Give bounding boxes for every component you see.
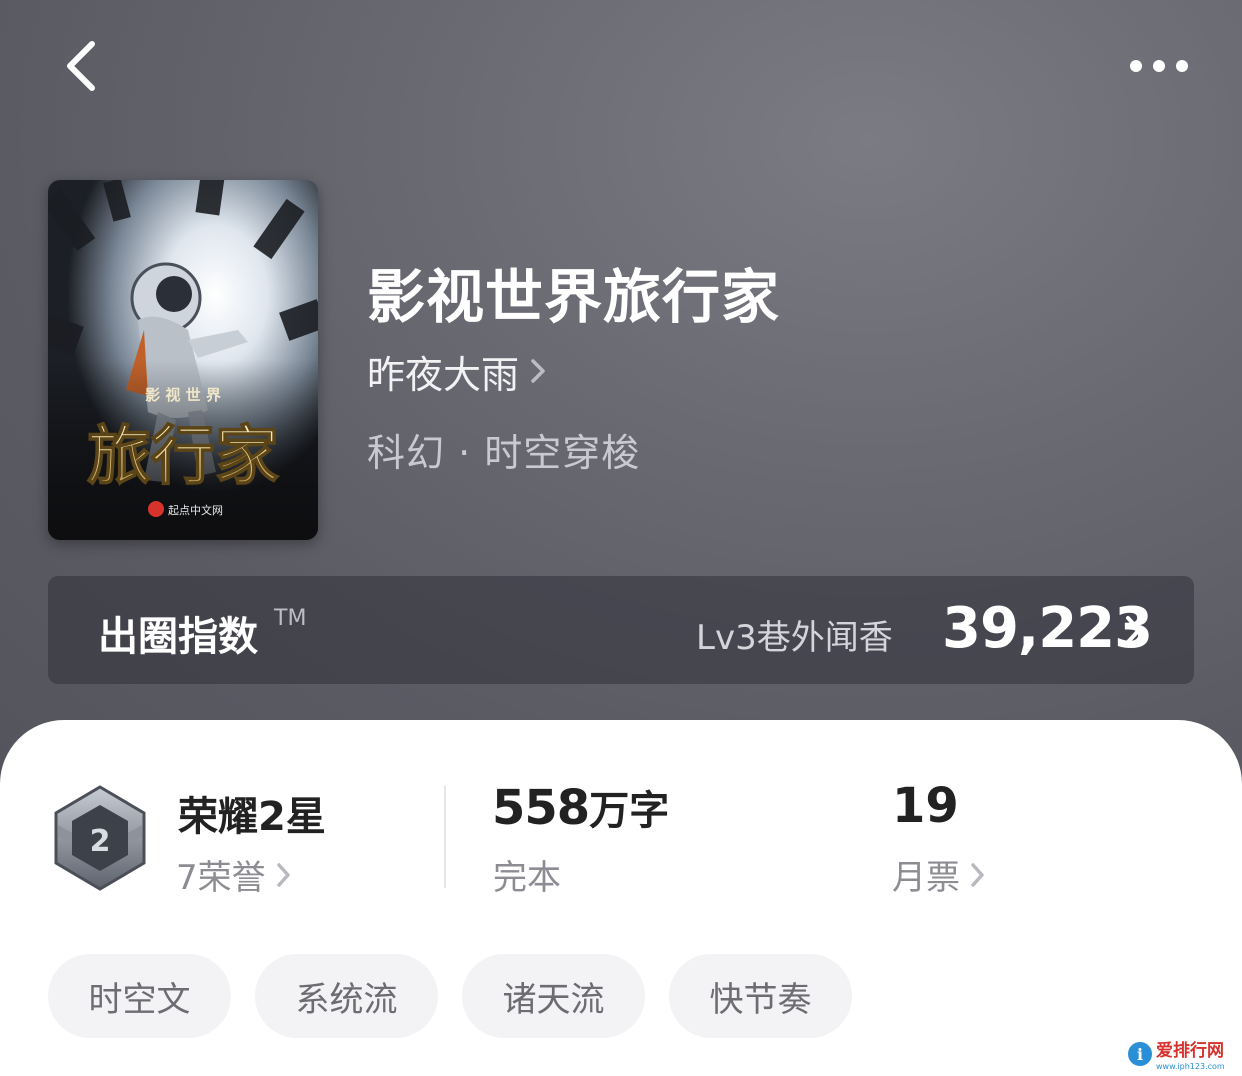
author-name: 昨夜大雨	[367, 352, 520, 397]
honor-link[interactable]: 7荣誉	[176, 850, 292, 899]
index-score: 39,223	[942, 596, 1153, 661]
tag-chip[interactable]: 系统流	[255, 954, 438, 1038]
brand-logo-icon	[148, 501, 164, 517]
trademark-label: TM	[274, 606, 307, 631]
word-count: 558万字	[492, 778, 669, 836]
svg-text:i: i	[1137, 1045, 1143, 1064]
chevron-right-icon	[276, 862, 290, 887]
watermark-text: 爱排行网	[1156, 1040, 1224, 1061]
index-level: Lv3巷外闻香	[696, 618, 893, 658]
chevron-right-icon	[1126, 616, 1141, 644]
book-genre: 科幻 · 时空穿梭	[367, 431, 641, 475]
monthly-ticket-count: 19	[892, 778, 959, 834]
honor-title: 荣耀2星	[178, 794, 326, 840]
monthly-ticket-link[interactable]: 月票	[892, 850, 986, 899]
chevron-right-icon	[971, 862, 984, 887]
word-count-value: 558	[492, 780, 590, 836]
tag-chip[interactable]: 时空文	[48, 954, 231, 1038]
more-options-button[interactable]	[1122, 50, 1196, 82]
chevron-right-icon	[531, 359, 545, 383]
more-dots-icon	[1130, 60, 1188, 72]
honor-count: 7荣誉	[176, 858, 266, 898]
watermark-url: www.iph123.com	[1156, 1062, 1225, 1071]
tag-chip[interactable]: 快节奏	[669, 954, 852, 1038]
completion-status: 完本	[493, 858, 561, 898]
honor-badge-icon: 2	[54, 785, 146, 891]
tag-chip[interactable]: 诸天流	[462, 954, 645, 1038]
back-button[interactable]	[58, 38, 108, 94]
book-title: 影视世界旅行家	[367, 263, 781, 331]
author-link[interactable]: 昨夜大雨	[367, 346, 547, 397]
cover-subtitle: 影 视 世 界	[145, 386, 221, 404]
book-cover[interactable]: 影 视 世 界 旅行家 起点中文网	[48, 180, 318, 540]
chevron-left-icon	[67, 41, 95, 91]
cover-brand: 起点中文网	[168, 503, 223, 517]
cover-title: 旅行家	[87, 420, 279, 494]
stats-divider	[444, 786, 446, 888]
popularity-index-bar[interactable]: 出圈指数 TM Lv3巷外闻香 39,223	[48, 576, 1194, 684]
monthly-ticket-label: 月票	[892, 858, 960, 898]
badge-number: 2	[90, 824, 111, 859]
word-count-unit: 万字	[589, 788, 670, 834]
index-title: 出圈指数	[98, 614, 258, 660]
watermark-logo: i 爱排行网 www.iph123.com	[1128, 1040, 1225, 1071]
